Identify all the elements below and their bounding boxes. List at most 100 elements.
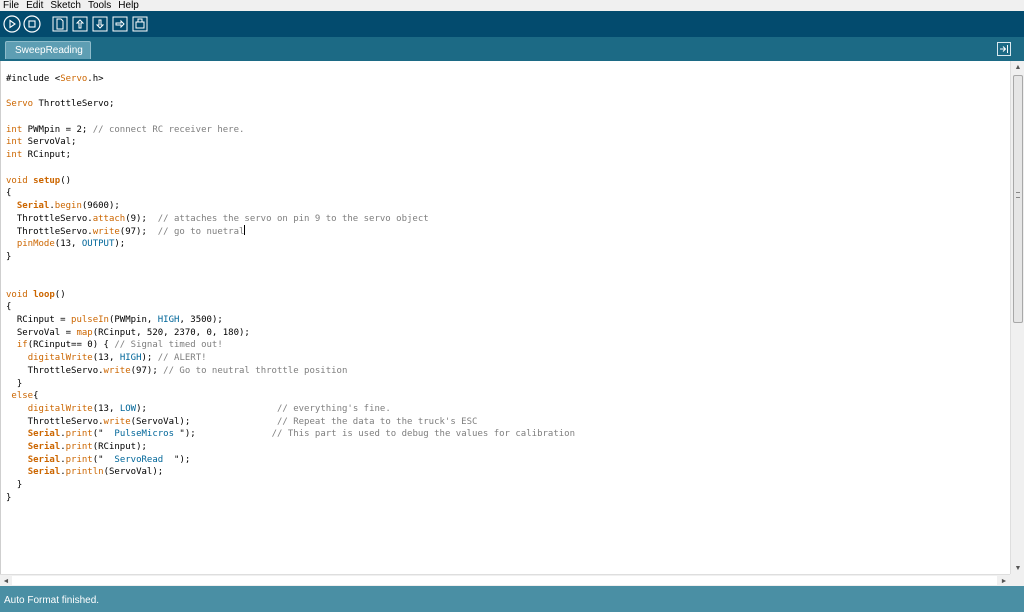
menu-file[interactable]: File [0, 0, 23, 11]
menu-tools[interactable]: Tools [85, 0, 115, 11]
vertical-scroll-thumb[interactable] [1013, 75, 1023, 323]
code-token: (" [92, 454, 115, 465]
code-line[interactable]: ThrottleServo.write(97); // go to nuetra… [6, 225, 575, 238]
code-token: HIGH [157, 315, 180, 326]
menu-edit[interactable]: Edit [23, 0, 47, 11]
code-token: print [65, 429, 93, 440]
serial-monitor-button[interactable] [997, 42, 1011, 56]
code-line[interactable] [6, 263, 575, 276]
code-token: else [11, 391, 34, 402]
code-token: (13, [92, 403, 120, 414]
code-token: , 3500); [179, 315, 223, 326]
code-line[interactable]: if(RCinput== 0) { // Signal timed out! [6, 339, 575, 352]
vertical-scrollbar[interactable]: ▲ ▼ [1010, 61, 1024, 574]
code-token: PWMpin = 2; [22, 124, 93, 135]
code-token: ServoRead [114, 454, 164, 465]
code-token: ThrottleServo. [6, 227, 93, 238]
code-token: Serial [27, 454, 61, 465]
upload-icon [112, 16, 128, 32]
stop-button[interactable] [23, 15, 41, 33]
verify-button[interactable] [3, 15, 21, 33]
code-line[interactable] [6, 276, 575, 289]
new-icon [52, 16, 68, 32]
open-button[interactable] [71, 15, 89, 33]
code-line[interactable]: Serial.print(RCinput); [6, 441, 575, 454]
code-line[interactable]: int PWMpin = 2; // connect RC receiver h… [6, 124, 575, 137]
code-line[interactable]: Serial.begin(9600); [6, 200, 575, 213]
code-token: .h> [87, 74, 104, 84]
code-line[interactable]: } [6, 378, 575, 391]
menu-sketch[interactable]: Sketch [47, 0, 85, 11]
code-line[interactable] [6, 162, 575, 175]
tab-sweepreading[interactable]: SweepReading § [5, 41, 91, 73]
code-line[interactable]: void loop() [6, 289, 575, 302]
code-token: (97); [119, 227, 158, 238]
code-token: ServoVal = [6, 327, 77, 338]
code-token: println [65, 467, 104, 478]
upload-button[interactable] [111, 15, 129, 33]
code-token: int [6, 150, 23, 161]
code-line[interactable]: } [6, 479, 575, 492]
code-token: "); [174, 429, 272, 440]
menu-help[interactable]: Help [115, 0, 143, 11]
scroll-down-arrow-icon[interactable]: ▼ [1011, 562, 1024, 574]
code-token: LOW [119, 403, 137, 414]
scroll-up-arrow-icon[interactable]: ▲ [1011, 61, 1024, 73]
code-token: RCinput; [22, 150, 72, 161]
code-line[interactable]: #include <Servo.h> [6, 73, 575, 86]
tab-bar: SweepReading § [0, 37, 1024, 73]
code-line[interactable]: digitalWrite(13, LOW); // everything's f… [6, 403, 575, 416]
code-token: HIGH [119, 353, 142, 364]
code-line[interactable]: ServoVal = map(RCinput, 520, 2370, 0, 18… [6, 327, 575, 340]
code-token: void [6, 175, 28, 186]
code-token: ServoVal; [22, 137, 77, 148]
code-line[interactable]: else{ [6, 390, 575, 403]
code-line[interactable]: pinMode(13, OUTPUT); [6, 238, 575, 251]
horizontal-scroll-thumb[interactable] [12, 576, 997, 585]
code-token: RCinput = [6, 315, 72, 326]
code-line[interactable] [6, 111, 575, 124]
code-line[interactable]: Servo ThrottleServo; [6, 98, 575, 111]
code-text[interactable]: #include <Servo.h> Servo ThrottleServo; in… [6, 73, 575, 504]
code-token: (RCinput== 0) { [27, 340, 115, 351]
save-icon [92, 16, 108, 32]
code-token: Serial [27, 441, 61, 452]
code-line[interactable] [6, 86, 575, 99]
code-token: () [54, 289, 66, 300]
code-token: if [16, 340, 28, 351]
code-token: int [6, 124, 23, 135]
save-button[interactable] [91, 15, 109, 33]
code-line[interactable]: digitalWrite(13, HIGH); // ALERT! [6, 352, 575, 365]
code-line[interactable]: Serial.print(" PulseMicros "); // This p… [6, 428, 575, 441]
code-line[interactable]: { [6, 187, 575, 200]
code-line[interactable]: ThrottleServo.attach(9); // attaches the… [6, 213, 575, 226]
code-token: digitalWrite [27, 403, 93, 414]
horizontal-scrollbar[interactable]: ◄ ► [0, 574, 1010, 586]
code-line[interactable]: } [6, 251, 575, 264]
code-token: ); [141, 353, 158, 364]
toolbar [0, 11, 1024, 37]
code-token: write [103, 365, 131, 376]
code-line[interactable]: } [6, 492, 575, 505]
code-token: (ServoVal); [130, 416, 277, 427]
code-token: Serial [16, 200, 50, 211]
code-line[interactable]: Serial.print(" ServoRead "); [6, 454, 575, 467]
code-token: (RCinput); [92, 441, 147, 452]
code-line[interactable]: void setup() [6, 175, 575, 188]
code-line[interactable]: int RCinput; [6, 149, 575, 162]
code-line[interactable]: int ServoVal; [6, 136, 575, 149]
new-button[interactable] [51, 15, 69, 33]
code-line[interactable]: { [6, 301, 575, 314]
code-editor[interactable]: #include <Servo.h> Servo ThrottleServo; in… [0, 61, 1010, 574]
status-bar: Auto Format finished. [0, 586, 1024, 612]
serial-monitor-toolbar-button[interactable] [131, 15, 149, 33]
code-token: // Signal timed out! [114, 340, 223, 351]
code-token: begin [54, 200, 82, 211]
code-line[interactable]: ThrottleServo.write(97); // Go to neutra… [6, 365, 575, 378]
code-line[interactable]: ThrottleServo.write(ServoVal); // Repeat… [6, 416, 575, 429]
code-line[interactable]: Serial.println(ServoVal); [6, 466, 575, 479]
code-line[interactable]: RCinput = pulseIn(PWMpin, HIGH, 3500); [6, 314, 575, 327]
